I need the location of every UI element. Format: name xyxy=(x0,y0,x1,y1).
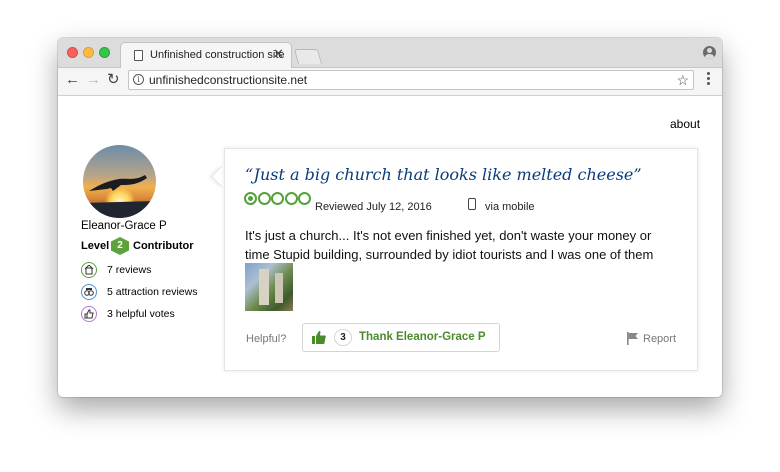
level-badge: 2 xyxy=(111,237,129,255)
forward-button[interactable]: → xyxy=(86,71,101,89)
page-content: about Eleanor-Grace P Level 2 Contributo… xyxy=(58,96,722,397)
browser-menu-icon[interactable] xyxy=(707,72,710,88)
rating-bubble-empty xyxy=(298,192,311,205)
review-title[interactable]: “Just a big church that looks like melte… xyxy=(245,165,642,184)
reviewer-name[interactable]: Eleanor-Grace P xyxy=(81,220,167,232)
helpful-label: Helpful? xyxy=(246,333,287,345)
new-tab-button[interactable] xyxy=(293,49,323,64)
minimize-window-button[interactable] xyxy=(83,47,94,58)
close-window-button[interactable] xyxy=(67,47,78,58)
browser-toolbar: ← → ↻ i unfinishedconstructionsite.net ☆ xyxy=(58,68,722,96)
zoom-window-button[interactable] xyxy=(99,47,110,58)
back-button[interactable]: ← xyxy=(65,71,80,89)
browser-window: Unfinished construction site ✕ ← → ↻ i u… xyxy=(58,38,722,397)
review-body: It's just a church... It's not even fini… xyxy=(245,228,654,262)
review-date: Reviewed July 12, 2016 xyxy=(315,201,432,213)
level-label: Level xyxy=(81,240,110,252)
stat-label: 7 reviews xyxy=(107,264,152,276)
stat-label: 5 attraction reviews xyxy=(107,286,198,298)
helpful-votes-icon xyxy=(81,306,97,322)
rating-bubble-filled xyxy=(244,192,257,205)
rating-bubble-empty xyxy=(271,192,284,205)
review-source: via mobile xyxy=(485,201,535,213)
thank-label: Thank Eleanor-Grace P xyxy=(359,331,486,343)
silhouette-image xyxy=(83,175,156,218)
thank-count: 3 xyxy=(334,329,352,346)
tab-title: Unfinished construction site xyxy=(150,49,285,61)
info-icon[interactable]: i xyxy=(133,74,144,85)
thumbs-up-icon xyxy=(312,331,326,344)
flag-icon xyxy=(627,332,638,345)
address-bar[interactable]: i unfinishedconstructionsite.net ☆ xyxy=(128,70,694,90)
level-title: Contributor xyxy=(133,240,194,252)
thank-button[interactable]: 3 Thank Eleanor-Grace P xyxy=(302,323,500,352)
rating-bubble-empty xyxy=(257,192,271,205)
url-text[interactable]: unfinishedconstructionsite.net xyxy=(149,73,307,87)
review-card: “Just a big church that looks like melte… xyxy=(224,148,698,371)
stat-label: 3 helpful votes xyxy=(107,308,175,320)
review-photo[interactable] xyxy=(245,263,293,311)
account-icon[interactable] xyxy=(703,46,716,59)
report-label: Report xyxy=(643,333,677,345)
about-link[interactable]: about xyxy=(670,117,700,131)
tab-bar: Unfinished construction site ✕ xyxy=(58,38,722,68)
reload-button[interactable]: ↻ xyxy=(107,71,120,89)
mobile-phone-icon xyxy=(468,198,476,210)
avatar[interactable] xyxy=(83,145,156,218)
bookmark-star-icon[interactable]: ☆ xyxy=(676,71,689,89)
browser-tab[interactable]: Unfinished construction site ✕ xyxy=(120,42,292,68)
attraction-icon xyxy=(81,284,97,300)
rating-bubble-empty xyxy=(284,192,298,205)
page-icon xyxy=(134,50,143,61)
tab-close-icon[interactable]: ✕ xyxy=(273,47,284,61)
reviews-icon xyxy=(81,262,97,278)
